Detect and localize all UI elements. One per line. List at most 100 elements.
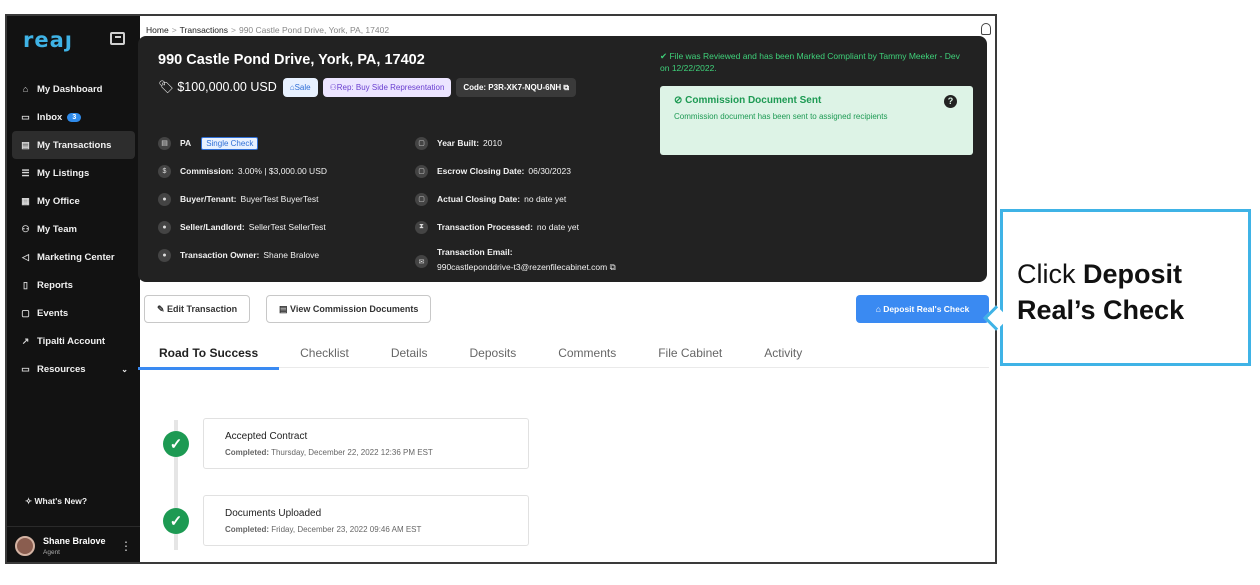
email-value[interactable]: 990castleponddrive-t3@rezenfilecabinet.c…: [437, 262, 607, 272]
chevron-down-icon: ⌄: [121, 364, 128, 374]
sidebar-item-inbox[interactable]: ▭ Inbox 3: [7, 103, 140, 131]
tab-comments[interactable]: Comments: [537, 338, 637, 368]
email-block: Transaction Email: 990castleponddrive-t3…: [437, 247, 616, 273]
sidebar-item-tipalti-account[interactable]: ↗ Tipalti Account: [7, 327, 140, 355]
commission-box-title: ⊘ Commission Document Sent: [674, 95, 821, 106]
seller-label: Seller/Landlord:: [180, 222, 245, 232]
team-icon: ⚇: [21, 223, 30, 234]
owner-value: Shane Bralove: [263, 250, 320, 260]
edit-transaction-button[interactable]: ✎ Edit Transaction: [144, 295, 251, 323]
external-link-icon: ↗: [21, 335, 30, 346]
tag-icon: 🏷: [158, 80, 178, 94]
sidebar-item-my-dashboard[interactable]: ⌂ My Dashboard: [7, 75, 140, 103]
document-icon: ▤: [158, 136, 171, 150]
buyer-value: BuyerTest BuyerTest: [240, 194, 319, 204]
avatar: [15, 536, 35, 556]
callout-bold-2: Real’s Check: [1017, 295, 1185, 325]
bell-icon[interactable]: [981, 23, 991, 35]
page-title: 990 Castle Pond Drive, York, PA, 17402: [158, 52, 425, 68]
facts-left: ▤ PA Single Check $ Commission: 3.00% | $3,…: [158, 129, 327, 269]
representation-chip-label: Rep: Buy Side Representation: [336, 83, 445, 92]
breadcrumb-separator: >: [171, 25, 177, 35]
view-commission-documents-label: View Commission Documents: [290, 304, 419, 314]
document-icon: ▤: [279, 303, 291, 314]
sidebar-nav: ⌂ My Dashboard ▭ Inbox 3 ▤ My Transactio…: [7, 75, 140, 383]
sidebar-item-reports[interactable]: ▯ Reports: [7, 271, 140, 299]
mail-icon: ✉: [415, 255, 428, 268]
transaction-header-card: 990 Castle Pond Drive, York, PA, 17402 🏷…: [138, 36, 987, 282]
tab-file-cabinet[interactable]: File Cabinet: [637, 338, 743, 368]
calendar-icon: ▢: [415, 164, 428, 178]
hourglass-icon: ⧗: [415, 220, 428, 234]
sidebar-item-label: Inbox: [37, 111, 63, 123]
breadcrumb-home[interactable]: Home: [146, 25, 169, 35]
price-row: 🏷 $100,000.00 USD ⌂ Sale ⚇ Rep: Buy Side…: [158, 78, 581, 97]
escrow-label: Escrow Closing Date:: [437, 166, 525, 176]
representation-chip: ⚇ Rep: Buy Side Representation: [322, 78, 452, 97]
sidebar-item-events[interactable]: ▢ Events: [7, 299, 140, 327]
tab-checklist[interactable]: Checklist: [279, 338, 370, 368]
inbox-icon: ▭: [21, 111, 30, 122]
sidebar-item-marketing-center[interactable]: ◁ Marketing Center: [7, 243, 140, 271]
tab-activity[interactable]: Activity: [743, 338, 823, 368]
deposit-reals-check-button[interactable]: ⌂ Deposit Real's Check: [856, 295, 989, 323]
step-completed: Completed: Thursday, December 22, 2022 1…: [225, 448, 433, 457]
compliance-text: File was Reviewed and has been Marked Co…: [660, 51, 960, 73]
step-title: Documents Uploaded: [225, 508, 322, 519]
dollar-icon: $: [158, 164, 171, 178]
year-built-row: ▢ Year Built: 2010: [415, 129, 616, 157]
copy-icon[interactable]: ⧉: [561, 83, 569, 93]
facts-right: ▢ Year Built: 2010 ▢ Escrow Closing Date: 06…: [415, 129, 616, 281]
view-commission-documents-button[interactable]: ▤ View Commission Documents: [266, 295, 432, 323]
buyer-row: ● Buyer/Tenant: BuyerTest BuyerTest: [158, 185, 327, 213]
sidebar-item-label: Marketing Center: [37, 251, 115, 263]
owner-label: Transaction Owner:: [180, 250, 260, 260]
sidebar-item-resources[interactable]: ▭ Resources ⌄: [7, 355, 140, 383]
tab-road-to-success[interactable]: Road To Success: [138, 338, 280, 370]
price: 🏷 $100,000.00 USD: [158, 80, 277, 95]
sidebar-item-my-transactions[interactable]: ▤ My Transactions: [12, 131, 135, 159]
sale-chip: ⌂ Sale: [282, 78, 318, 97]
calendar-icon: ▢: [415, 136, 428, 150]
commission-document-sent-box: ⊘ Commission Document Sent Commission do…: [660, 86, 973, 155]
timeline-step: Accepted Contract Completed: Thursday, D…: [203, 418, 529, 469]
person-icon: ●: [158, 192, 171, 206]
collapse-sidebar-icon[interactable]: [110, 32, 125, 45]
help-icon[interactable]: ?: [944, 95, 957, 108]
completed-value: Friday, December 23, 2022 09:46 AM EST: [271, 525, 422, 534]
sidebar-item-my-team[interactable]: ⚇ My Team: [7, 215, 140, 243]
owner-row: ● Transaction Owner: Shane Bralove: [158, 241, 327, 269]
tab-deposits[interactable]: Deposits: [449, 338, 538, 368]
more-options-icon[interactable]: ⋮: [120, 539, 132, 553]
bank-icon: ⌂: [875, 304, 884, 314]
actual-closing-value: no date yet: [524, 194, 567, 204]
email-label: Transaction Email:: [437, 247, 513, 257]
user-profile[interactable]: Shane Bralove Agent ⋮: [7, 526, 140, 562]
copy-icon[interactable]: ⧉: [607, 262, 616, 272]
processed-row: ⧗ Transaction Processed: no date yet: [415, 213, 616, 241]
sidebar-item-my-office[interactable]: ▦ My Office: [7, 187, 140, 215]
price-value: $100,000.00 USD: [177, 80, 277, 94]
calendar-icon: ▢: [415, 192, 428, 206]
tab-details[interactable]: Details: [370, 338, 449, 368]
escrow-row: ▢ Escrow Closing Date: 06/30/2023: [415, 157, 616, 185]
person-icon: ●: [158, 220, 171, 234]
real-logo[interactable]: reaȷ: [23, 28, 73, 52]
check-circle-icon: ✓: [163, 508, 189, 534]
transaction-code-chip[interactable]: Code: P3R-XK7-NQU-6NH ⧉: [456, 78, 577, 97]
step-title: Accepted Contract: [225, 431, 308, 442]
completed-value: Thursday, December 22, 2022 12:36 PM EST: [271, 448, 433, 457]
actual-closing-row: ▢ Actual Closing Date: no date yet: [415, 185, 616, 213]
transaction-code: Code: P3R-XK7-NQU-6NH: [463, 83, 562, 92]
breadcrumb-transactions[interactable]: Transactions: [180, 25, 228, 35]
step-completed: Completed: Friday, December 23, 2022 09:…: [225, 525, 421, 534]
user-role: Agent: [43, 549, 60, 556]
callout-text: Click Deposit Real’s Check: [1017, 256, 1184, 328]
reports-icon: ▯: [23, 279, 28, 290]
inbox-count-badge: 3: [67, 112, 82, 122]
sidebar-item-label: My Team: [37, 223, 77, 235]
sidebar-item-my-listings[interactable]: ☰ My Listings: [7, 159, 140, 187]
whats-new-link[interactable]: ✧ What's New?: [25, 496, 87, 507]
compliance-status: ✔ File was Reviewed and has been Marked …: [660, 50, 960, 74]
processed-value: no date yet: [536, 222, 579, 232]
